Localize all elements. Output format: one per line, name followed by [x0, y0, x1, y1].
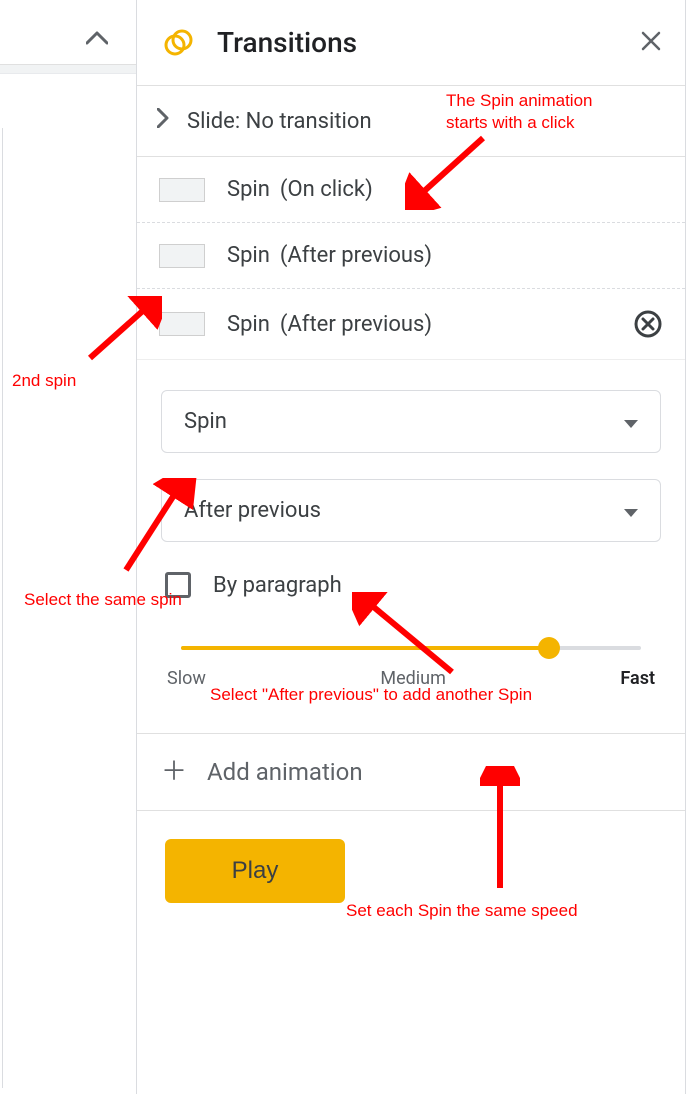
animation-name: Spin: [227, 177, 270, 202]
speed-medium-label: Medium: [380, 668, 446, 689]
speed-slow-label: Slow: [167, 668, 206, 689]
animation-row[interactable]: Spin (On click): [137, 157, 685, 223]
add-animation-button[interactable]: ＋ Add animation: [137, 733, 685, 811]
object-thumbnail: [159, 312, 205, 336]
slide-transition-row[interactable]: Slide: No transition: [137, 86, 685, 157]
slider-thumb[interactable]: [538, 637, 560, 659]
effect-dropdown-value: Spin: [184, 409, 227, 434]
speed-slider[interactable]: [161, 646, 661, 650]
animation-trigger: (After previous): [280, 243, 432, 268]
speed-labels: Slow Medium Fast: [161, 668, 661, 689]
by-paragraph-label: By paragraph: [213, 573, 342, 598]
animation-name: Spin: [227, 243, 270, 268]
panel-title: Transitions: [217, 26, 641, 59]
animation-row-selected[interactable]: Spin (After previous): [137, 289, 685, 360]
animation-detail: Spin After previous By paragraph Slow Me…: [137, 360, 685, 689]
slide-transition-label: Slide: No transition: [187, 109, 372, 134]
by-paragraph-row[interactable]: By paragraph: [161, 572, 661, 598]
trigger-dropdown-value: After previous: [184, 498, 321, 523]
object-thumbnail: [159, 244, 205, 268]
collapse-chevron-icon[interactable]: [86, 24, 108, 50]
animation-trigger: (On click): [280, 177, 373, 202]
transitions-icon: [163, 27, 195, 59]
plus-icon: ＋: [161, 759, 187, 785]
toolbar-strip: [0, 64, 136, 74]
add-animation-label: Add animation: [207, 758, 363, 786]
animation-name: Spin: [227, 312, 270, 337]
play-label: Play: [232, 857, 279, 884]
play-button[interactable]: Play: [165, 839, 345, 903]
remove-animation-icon[interactable]: [633, 309, 663, 339]
effect-dropdown[interactable]: Spin: [161, 390, 661, 453]
chevron-right-icon: [157, 108, 169, 134]
trigger-dropdown[interactable]: After previous: [161, 479, 661, 542]
panel-header: Transitions: [137, 0, 685, 86]
transitions-panel: Transitions Slide: No transition Spin (O…: [136, 0, 686, 1094]
object-thumbnail: [159, 178, 205, 202]
caret-down-icon: [624, 409, 638, 434]
animation-trigger: (After previous): [280, 312, 432, 337]
by-paragraph-checkbox[interactable]: [165, 572, 191, 598]
close-icon[interactable]: [641, 29, 661, 57]
divider: [2, 128, 3, 1088]
caret-down-icon: [624, 498, 638, 523]
animation-row[interactable]: Spin (After previous): [137, 223, 685, 289]
speed-fast-label: Fast: [620, 668, 655, 689]
